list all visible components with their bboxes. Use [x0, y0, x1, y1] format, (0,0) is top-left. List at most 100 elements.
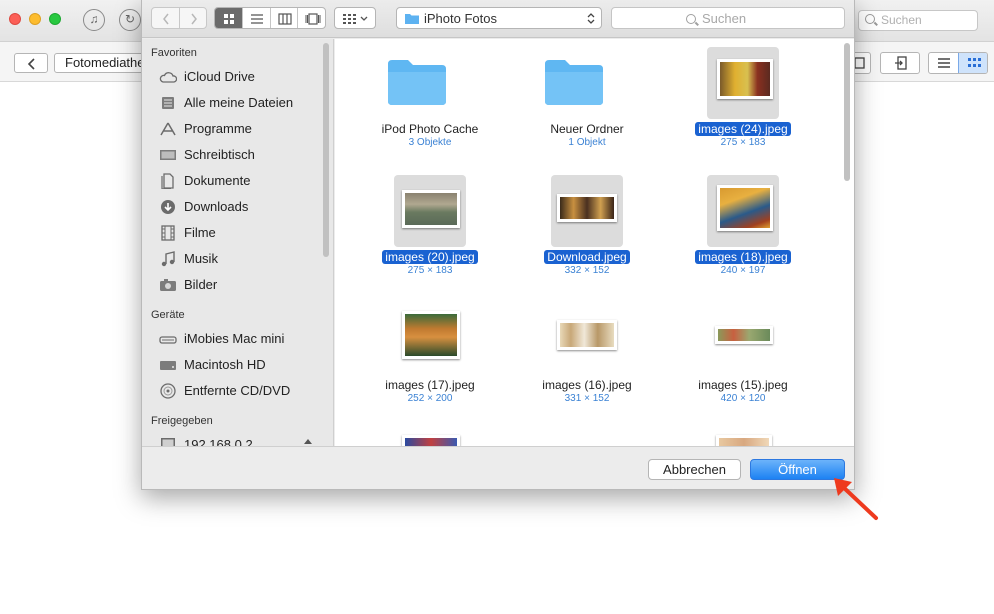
sidebar-section-shared: Freigegeben	[151, 415, 213, 427]
file-name: images (24).jpeg	[673, 122, 813, 136]
image-thumbnail	[715, 326, 773, 344]
dialog-toolbar: iPhoto Fotos Suchen	[142, 0, 854, 38]
file-meta: 1 Objekt	[568, 137, 606, 148]
sidebar-item-label: Alle meine Dateien	[184, 95, 294, 110]
all-files-icon	[162, 97, 174, 109]
sidebar-item-movies[interactable]: Filme	[159, 223, 324, 243]
sidebar-scrollbar[interactable]	[323, 43, 329, 257]
image-thumbnail	[557, 320, 617, 350]
file-item-images-24[interactable]: images (24).jpeg 275 × 183	[673, 43, 813, 153]
back-button[interactable]	[14, 53, 48, 73]
desktop-icon	[160, 150, 176, 160]
file-grid: iPod Photo Cache 3 Objekte Neuer Ordner …	[335, 39, 854, 446]
sidebar-section-favorites: Favoriten	[151, 47, 197, 59]
grid-view-button[interactable]	[958, 53, 987, 73]
music-note-icon[interactable]: ♫	[83, 9, 105, 31]
zoom-window-button[interactable]	[49, 13, 61, 25]
file-item-download[interactable]: Download.jpeg 332 × 152	[517, 171, 657, 281]
sidebar-item-network-host[interactable]: 192.168.0.2	[159, 435, 324, 446]
dialog-search-placeholder: Suchen	[702, 11, 747, 26]
grid-view-icon	[968, 58, 981, 67]
sidebar-item-all-files[interactable]: Alle meine Dateien	[159, 93, 324, 113]
file-name: Download.jpeg	[517, 250, 657, 264]
file-item-ipod-photo-cache[interactable]: iPod Photo Cache 3 Objekte	[360, 43, 500, 153]
disc-icon	[160, 383, 176, 399]
close-window-button[interactable]	[9, 13, 21, 25]
sidebar-item-macintosh-hd[interactable]: Macintosh HD	[159, 355, 324, 375]
open-file-dialog: iPhoto Fotos Suchen Favoriten iCloud Dri…	[141, 0, 855, 490]
export-icon	[854, 57, 865, 69]
sidebar-item-label: Musik	[184, 251, 218, 266]
image-thumbnail-partial[interactable]	[716, 435, 772, 446]
sidebar-item-pictures[interactable]: Bilder	[159, 275, 324, 295]
file-meta: 331 × 152	[564, 393, 610, 404]
back-nav-button[interactable]	[152, 8, 179, 28]
sidebar-item-remote-disc[interactable]: Entfernte CD/DVD	[159, 381, 324, 401]
file-item-images-18[interactable]: images (18).jpeg 240 × 197	[673, 171, 813, 281]
annotation-arrow-icon	[834, 478, 878, 520]
search-icon	[686, 14, 696, 24]
folder-icon	[405, 14, 419, 24]
sidebar-item-downloads[interactable]: Downloads	[159, 197, 324, 217]
folder-icon	[388, 60, 446, 105]
import-button[interactable]	[880, 52, 920, 74]
list-view-icon	[250, 14, 263, 24]
cover-flow-icon	[305, 13, 321, 25]
image-thumbnail	[717, 59, 773, 99]
file-item-images-15[interactable]: images (15).jpeg 420 × 120	[673, 299, 813, 409]
file-name: Neuer Ordner	[550, 122, 624, 136]
sidebar-item-icloud-drive[interactable]: iCloud Drive	[159, 67, 324, 87]
document-icon	[161, 173, 174, 189]
view-style-segment	[214, 7, 326, 29]
sidebar-item-mac-mini[interactable]: iMobies Mac mini	[159, 329, 324, 349]
sidebar-section-devices: Geräte	[151, 309, 185, 321]
icon-view-button[interactable]	[215, 8, 242, 28]
column-view-button[interactable]	[269, 8, 298, 28]
dialog-search-input[interactable]: Suchen	[611, 7, 845, 29]
cover-flow-button[interactable]	[297, 8, 325, 28]
breadcrumb-button[interactable]: Fotomediathek	[54, 53, 144, 73]
arrange-button[interactable]	[334, 7, 376, 29]
sidebar-item-applications[interactable]: Programme	[159, 119, 324, 139]
app-search-input[interactable]: Suchen	[858, 10, 978, 31]
location-label: iPhoto Fotos	[424, 11, 497, 26]
download-icon	[161, 200, 175, 214]
file-item-images-20[interactable]: images (20).jpeg 275 × 183	[360, 171, 500, 281]
file-meta: 252 × 200	[407, 393, 453, 404]
list-view-button[interactable]	[929, 53, 958, 73]
location-popup[interactable]: iPhoto Fotos	[396, 7, 602, 29]
sidebar-item-label: Entfernte CD/DVD	[184, 383, 291, 398]
sidebar-item-label: iCloud Drive	[184, 69, 255, 84]
column-view-icon	[277, 13, 292, 25]
eject-icon[interactable]	[304, 439, 312, 444]
image-thumbnail	[402, 311, 460, 359]
arrange-grid-icon	[343, 14, 368, 24]
cloud-icon	[159, 72, 177, 83]
view-mode-segment[interactable]	[928, 52, 988, 74]
file-item-images-17[interactable]: images (17).jpeg 252 × 200	[360, 299, 500, 409]
folder-icon	[545, 60, 603, 105]
cancel-button[interactable]: Abbrechen	[648, 459, 741, 480]
sidebar-item-documents[interactable]: Dokumente	[159, 171, 324, 191]
forward-nav-button[interactable]	[178, 8, 207, 28]
file-name: images (17).jpeg	[385, 378, 475, 392]
sidebar-item-label: Filme	[184, 225, 216, 240]
file-meta: 332 × 152	[564, 265, 610, 276]
sidebar-item-music[interactable]: Musik	[159, 249, 324, 269]
sidebar-item-label: iMobies Mac mini	[184, 331, 285, 346]
grid-scrollbar[interactable]	[844, 43, 850, 181]
sidebar: Favoriten iCloud Drive Alle meine Dateie…	[142, 39, 334, 446]
dialog-footer: Abbrechen Öffnen	[142, 446, 854, 489]
file-meta: 3 Objekte	[408, 137, 452, 148]
sidebar-item-desktop[interactable]: Schreibtisch	[159, 145, 324, 165]
list-view-button[interactable]	[241, 8, 270, 28]
file-item-images-16[interactable]: images (16).jpeg 331 × 152	[517, 299, 657, 409]
minimize-window-button[interactable]	[29, 13, 41, 25]
file-name: images (16).jpeg	[542, 378, 632, 392]
image-thumbnail-partial[interactable]	[402, 435, 460, 446]
mac-mini-icon	[159, 336, 177, 344]
refresh-icon[interactable]: ↻	[119, 9, 141, 31]
chevron-right-icon	[190, 13, 197, 25]
camera-icon	[160, 279, 176, 291]
file-item-neuer-ordner[interactable]: Neuer Ordner 1 Objekt	[517, 43, 657, 153]
